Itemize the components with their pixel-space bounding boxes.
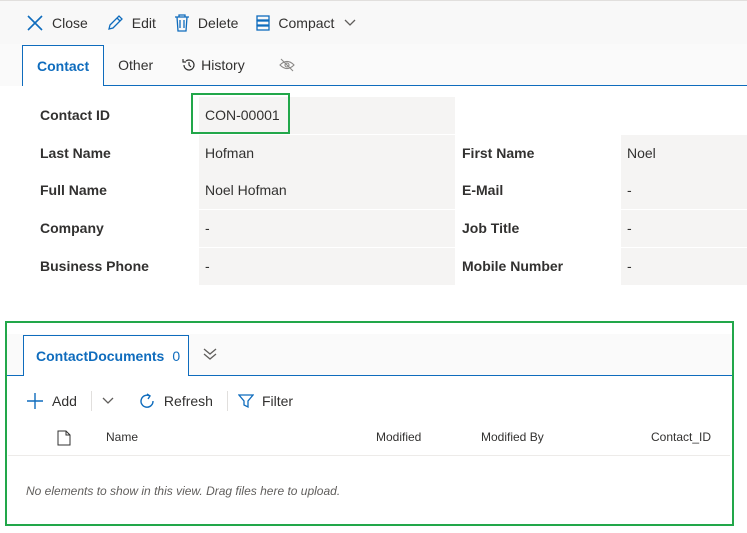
full-name-value: Noel Hofman xyxy=(199,172,455,209)
chevron-double-down-icon xyxy=(203,348,217,360)
close-button[interactable]: Close xyxy=(26,1,88,45)
pencil-icon xyxy=(107,14,123,30)
tab-other-label: Other xyxy=(118,57,154,73)
first-name-value: Noel xyxy=(621,135,747,172)
header-divider xyxy=(8,455,730,456)
tab-hidden-fields[interactable] xyxy=(259,45,313,85)
company-label: Company xyxy=(34,210,198,247)
toolbar-divider xyxy=(90,391,92,411)
refresh-label: Refresh xyxy=(163,393,213,409)
last-name-value: Hofman xyxy=(199,135,455,172)
column-header-modified-by[interactable]: Modified By xyxy=(481,430,544,444)
filter-button[interactable]: Filter xyxy=(237,393,294,409)
column-header-name[interactable]: Name xyxy=(106,430,138,444)
file-type-icon xyxy=(57,430,71,446)
tab-history-label: History xyxy=(201,57,245,73)
company-value: - xyxy=(199,210,455,247)
layout-icon xyxy=(256,14,271,31)
plus-icon xyxy=(27,393,43,409)
business-phone-label: Business Phone xyxy=(34,248,198,285)
contact-documents-label: ContactDocuments xyxy=(36,348,165,364)
delete-label: Delete xyxy=(197,14,239,31)
filter-label: Filter xyxy=(261,393,294,409)
compact-label: Compact xyxy=(278,14,335,31)
mobile-number-label: Mobile Number xyxy=(456,248,620,285)
job-title-label: Job Title xyxy=(456,210,620,247)
close-label: Close xyxy=(52,14,88,31)
toolbar-divider xyxy=(226,391,228,411)
full-name-label: Full Name xyxy=(34,172,198,209)
tab-history[interactable]: History xyxy=(167,45,259,85)
tab-other[interactable]: Other xyxy=(104,45,167,85)
add-dropdown-button[interactable] xyxy=(102,397,122,405)
eye-off-icon xyxy=(278,58,295,72)
refresh-button[interactable]: Refresh xyxy=(138,392,213,410)
tab-contact-label: Contact xyxy=(37,58,90,74)
contact-id-value: CON-00001 xyxy=(199,97,455,134)
add-label: Add xyxy=(52,393,77,409)
expand-tabs-button[interactable] xyxy=(202,346,218,365)
history-icon xyxy=(182,59,195,71)
form-tabs: Contact Other History xyxy=(22,44,747,86)
column-header-modified[interactable]: Modified xyxy=(376,430,421,444)
tab-contact[interactable]: Contact xyxy=(22,45,105,86)
job-title-value: - xyxy=(621,210,747,247)
edit-button[interactable]: Edit xyxy=(106,1,156,45)
trash-icon xyxy=(174,13,189,32)
empty-list-message: No elements to show in this view. Drag f… xyxy=(26,484,341,498)
last-name-label: Last Name xyxy=(34,135,198,172)
chevron-down-icon xyxy=(344,19,356,26)
tab-contact-documents[interactable]: ContactDocuments 0 xyxy=(23,335,189,376)
close-icon xyxy=(27,14,43,31)
column-header-contact-id[interactable]: Contact_ID xyxy=(651,430,711,444)
documents-toolbar: Add Refresh Filter xyxy=(26,386,307,416)
email-value: - xyxy=(621,172,747,209)
command-bar: Close Edit Delete Compact xyxy=(0,0,747,44)
add-button[interactable]: Add xyxy=(26,392,77,410)
business-phone-value: - xyxy=(199,248,455,285)
first-name-label: First Name xyxy=(456,135,620,172)
refresh-icon xyxy=(140,393,154,408)
documents-count-badge: 0 xyxy=(172,348,181,364)
compact-dropdown[interactable]: Compact xyxy=(256,1,364,45)
contact-id-label: Contact ID xyxy=(34,97,198,134)
mobile-number-value: - xyxy=(621,248,747,285)
chevron-down-icon xyxy=(102,397,114,404)
delete-button[interactable]: Delete xyxy=(174,1,238,45)
edit-label: Edit xyxy=(131,14,156,31)
filter-icon xyxy=(237,394,254,409)
email-label: E-Mail xyxy=(456,172,620,209)
